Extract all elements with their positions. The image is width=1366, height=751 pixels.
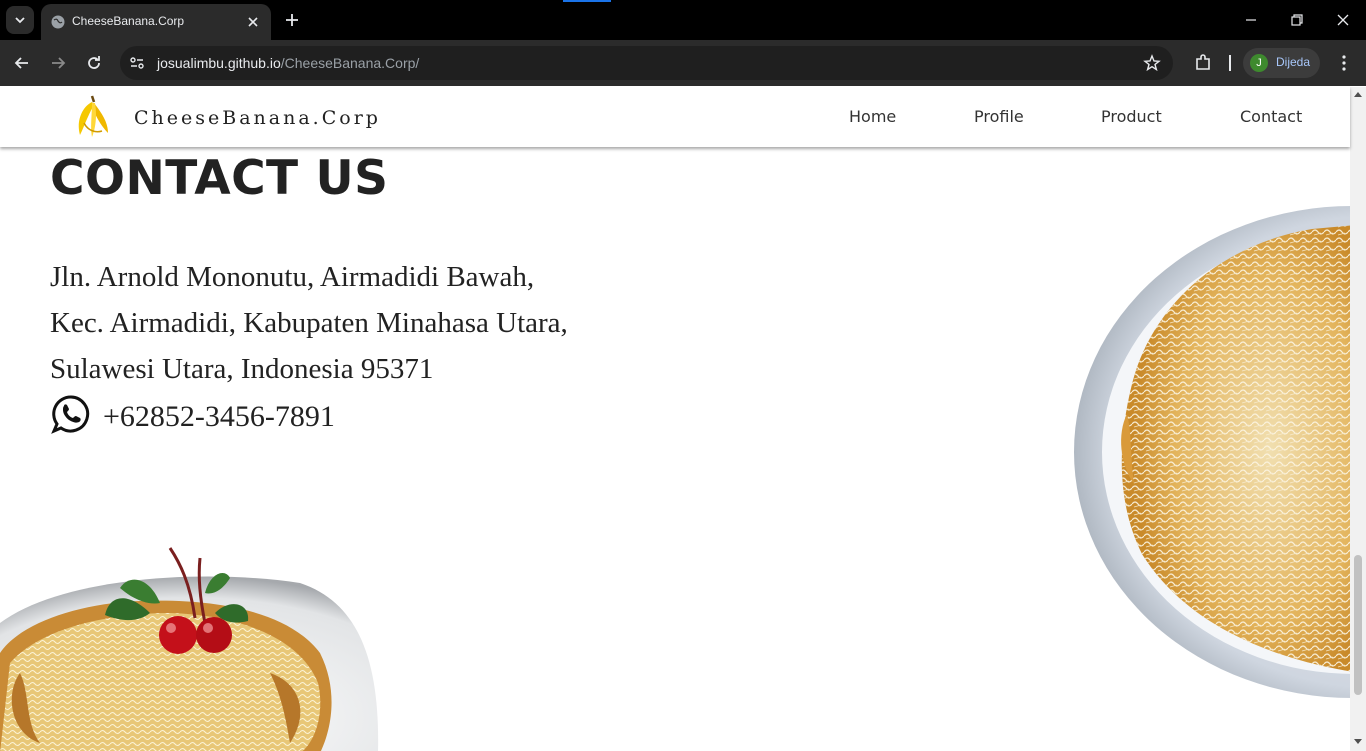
active-tab[interactable]: CheeseBanana.Corp: [41, 4, 271, 40]
address-line-2: Kec. Airmadidi, Kabupaten Minahasa Utara…: [50, 307, 568, 339]
cheese-banana-cherry-image: [0, 547, 379, 751]
nav-contact[interactable]: Contact: [1240, 107, 1302, 126]
scroll-up-icon[interactable]: [1354, 91, 1362, 97]
tab-title: CheeseBanana.Corp: [72, 14, 185, 28]
brand-name[interactable]: CheeseBanana.Corp: [134, 107, 381, 129]
back-icon[interactable]: [12, 53, 32, 73]
toolbar-divider: [1229, 55, 1231, 71]
profile-name: Dijeda: [1276, 55, 1311, 69]
avatar: J: [1250, 54, 1268, 72]
minimize-icon[interactable]: [1243, 12, 1259, 28]
extensions-icon[interactable]: [1193, 53, 1213, 73]
url-host: josualimbu.github.io: [157, 55, 281, 71]
phone-number[interactable]: +62852-3456-7891: [103, 400, 335, 434]
star-icon[interactable]: [1143, 54, 1161, 72]
address-line-3: Sulawesi Utara, Indonesia 95371: [50, 353, 434, 385]
close-window-icon[interactable]: [1335, 12, 1351, 28]
site-header: CheeseBanana.Corp Home Profile Product C…: [0, 87, 1350, 147]
tab-accent-line: [563, 0, 611, 2]
cheese-banana-plate-image: [1074, 206, 1366, 698]
whatsapp-icon: [51, 395, 90, 434]
plus-icon[interactable]: [282, 10, 302, 30]
scroll-thumb[interactable]: [1354, 555, 1362, 695]
banana-logo-icon[interactable]: [70, 93, 112, 141]
restore-icon[interactable]: [1289, 12, 1305, 28]
chevron-down-icon: [15, 17, 25, 24]
page-scrollbar[interactable]: [1350, 87, 1366, 751]
url-path: /CheeseBanana.Corp/: [280, 55, 420, 71]
kebab-menu-icon[interactable]: [1334, 53, 1354, 73]
page-viewport: CheeseBanana.Corp Home Profile Product C…: [0, 87, 1366, 751]
tab-search-button[interactable]: [6, 6, 34, 34]
forward-icon[interactable]: [48, 53, 68, 73]
page-title: CONTACT US: [50, 151, 389, 206]
nav-home[interactable]: Home: [849, 107, 896, 126]
reload-icon[interactable]: [84, 53, 104, 73]
nav-profile[interactable]: Profile: [974, 107, 1024, 126]
scroll-down-icon[interactable]: [1354, 739, 1362, 745]
tab-strip: CheeseBanana.Corp: [0, 0, 1366, 40]
address-bar[interactable]: josualimbu.github.io/CheeseBanana.Corp/: [120, 46, 1173, 80]
site-settings-icon[interactable]: [128, 54, 146, 72]
globe-icon: [51, 15, 65, 29]
profile-button[interactable]: J Dijeda: [1243, 48, 1320, 78]
address-line-1: Jln. Arnold Mononutu, Airmadidi Bawah,: [50, 261, 535, 293]
browser-toolbar: josualimbu.github.io/CheeseBanana.Corp/ …: [0, 40, 1366, 86]
url-text: josualimbu.github.io/CheeseBanana.Corp/: [157, 55, 419, 71]
close-icon[interactable]: [245, 14, 261, 30]
nav-product[interactable]: Product: [1101, 107, 1162, 126]
